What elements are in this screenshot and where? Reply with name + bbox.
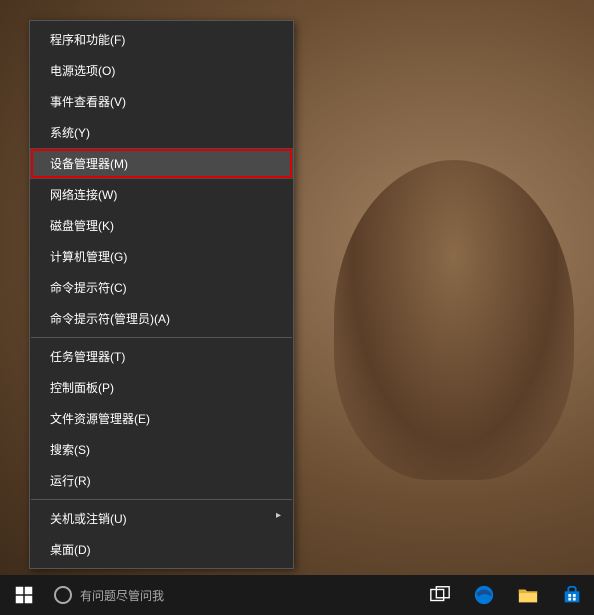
menu-item-12[interactable]: 文件资源管理器(E)	[30, 403, 293, 434]
menu-item-label: 网络连接(W)	[50, 188, 117, 202]
menu-item-label: 文件资源管理器(E)	[50, 412, 150, 426]
menu-item-label: 程序和功能(F)	[50, 33, 125, 47]
edge-icon	[473, 584, 495, 606]
menu-item-14[interactable]: 运行(R)	[30, 465, 293, 496]
task-view-icon	[429, 584, 451, 606]
menu-item-label: 磁盘管理(K)	[50, 219, 114, 233]
menu-item-label: 控制面板(P)	[50, 381, 114, 395]
menu-item-label: 任务管理器(T)	[50, 350, 125, 364]
menu-item-3[interactable]: 系统(Y)	[30, 117, 293, 148]
menu-item-7[interactable]: 计算机管理(G)	[30, 241, 293, 272]
menu-item-label: 事件查看器(V)	[50, 95, 126, 109]
menu-item-13[interactable]: 搜索(S)	[30, 434, 293, 465]
folder-icon	[517, 584, 539, 606]
menu-separator	[31, 499, 292, 500]
menu-item-label: 桌面(D)	[50, 543, 91, 557]
menu-item-8[interactable]: 命令提示符(C)	[30, 272, 293, 303]
taskbar: 有问题尽管问我	[0, 575, 594, 615]
menu-item-16[interactable]: 桌面(D)	[30, 534, 293, 565]
menu-item-label: 电源选项(O)	[50, 64, 115, 78]
menu-separator	[31, 337, 292, 338]
windows-logo-icon	[15, 586, 33, 604]
cortana-search[interactable]: 有问题尽管问我	[48, 575, 174, 615]
menu-item-15[interactable]: 关机或注销(U)	[30, 503, 293, 534]
menu-item-1[interactable]: 电源选项(O)	[30, 55, 293, 86]
store-button[interactable]	[550, 575, 594, 615]
file-explorer-button[interactable]	[506, 575, 550, 615]
menu-item-label: 搜索(S)	[50, 443, 90, 457]
menu-item-6[interactable]: 磁盘管理(K)	[30, 210, 293, 241]
menu-item-11[interactable]: 控制面板(P)	[30, 372, 293, 403]
menu-item-label: 系统(Y)	[50, 126, 90, 140]
menu-item-label: 关机或注销(U)	[50, 512, 127, 526]
store-icon	[561, 584, 583, 606]
menu-item-0[interactable]: 程序和功能(F)	[30, 24, 293, 55]
winx-context-menu: 程序和功能(F) 电源选项(O) 事件查看器(V) 系统(Y) 设备管理器(M) 网络连接…	[29, 20, 294, 569]
cortana-placeholder: 有问题尽管问我	[80, 587, 164, 604]
edge-browser-button[interactable]	[462, 575, 506, 615]
menu-item-label: 运行(R)	[50, 474, 91, 488]
start-button[interactable]	[0, 575, 48, 615]
menu-item-4[interactable]: 设备管理器(M)	[30, 148, 293, 179]
taskbar-right-icons	[418, 575, 594, 615]
menu-item-10[interactable]: 任务管理器(T)	[30, 341, 293, 372]
menu-item-label: 设备管理器(M)	[50, 157, 128, 171]
menu-item-label: 计算机管理(G)	[50, 250, 127, 264]
menu-item-9[interactable]: 命令提示符(管理员)(A)	[30, 303, 293, 334]
cortana-icon	[54, 586, 72, 604]
menu-item-label: 命令提示符(管理员)(A)	[50, 312, 170, 326]
menu-item-5[interactable]: 网络连接(W)	[30, 179, 293, 210]
menu-item-label: 命令提示符(C)	[50, 281, 127, 295]
task-view-button[interactable]	[418, 575, 462, 615]
menu-item-2[interactable]: 事件查看器(V)	[30, 86, 293, 117]
